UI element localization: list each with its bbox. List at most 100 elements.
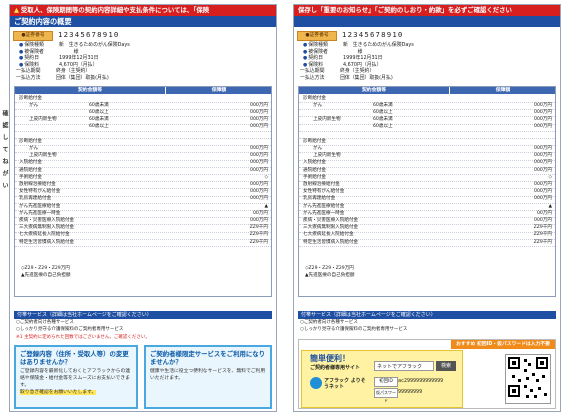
policy-number-label: ●証券番号 [297, 31, 337, 41]
row-label: 特定生活習慣病入院給付金 [303, 239, 359, 245]
row-label: がん先進医療一時金 [303, 210, 345, 216]
row-value: 000万円 [250, 181, 268, 187]
row-value: 000万円 [250, 102, 268, 108]
policy-number-value: 12345678910 [58, 30, 120, 39]
row-label: 診断給付金 [19, 95, 42, 101]
row-label: 放射線治療給付金 [19, 181, 56, 187]
row-value: 000万円 [534, 117, 552, 123]
policy-number-value: 12345678910 [342, 30, 404, 39]
row-label: 三大疾病無制限入院給付金 [303, 225, 359, 231]
coverage-table: 契約金額等 保障額 診断給付金 がん 60歳未満 000万円 60歳以上 000万円 上皮内… [14, 85, 272, 297]
row-label: 疾病・災害医療入院給付金 [303, 217, 359, 223]
policy-number-line: ●証券番号 12345678910 [294, 30, 560, 41]
promo-tag: おすすめ 初回ID・仮パスワードは入力不要 [451, 340, 555, 349]
row-value: ZZ9千円 [533, 239, 552, 245]
row-value: 000万円 [534, 167, 552, 173]
table-header-col: 契約金額等 [78, 87, 102, 93]
pw-label: 仮パスワード [374, 388, 398, 403]
row-value: 000万円 [534, 217, 552, 223]
row-label: 入院給付金 [19, 160, 42, 166]
member-service-panel: ご契約者様限定サービスをご利用になりませんか？ 健康や生活に役立つ便利なサービス… [144, 345, 272, 409]
row-value: 000万円 [250, 217, 268, 223]
row-label: 上皮内新生物 [313, 117, 341, 123]
policy-number-label: ●証券番号 [13, 31, 53, 41]
row-label: 診断給付金 [19, 138, 42, 144]
info-row: 一払込方法 団体（集団）取扱(月払) [16, 74, 109, 81]
row-label: 診断給付金 [303, 138, 326, 144]
row-label: 三大疾病無制限入院給付金 [19, 225, 75, 231]
id-value: ac2999999999999 [398, 378, 444, 384]
row-label: がん先進医療給付金 [19, 203, 61, 209]
row-label: 特定生活習慣病入院給付金 [19, 239, 75, 245]
panel-body: ご登録内容を最新化しておくとアフラックからの連絡や保険金・給付金等をスムーズにお… [20, 369, 131, 395]
row-value: 000万円 [534, 160, 552, 166]
row-value: 000万円 [250, 167, 268, 173]
qr-code-graphic [508, 357, 548, 398]
banner-text: 保存し「重要のお知らせ」「ご契約のしおり・約款」を必ずご確認ください [298, 6, 512, 14]
row-value: 000万円 [250, 117, 268, 123]
row-value: 000万円 [534, 181, 552, 187]
service-item: ○ご契約者向け各種サービス [300, 320, 358, 325]
row-value: ZZ9千円 [249, 232, 268, 238]
row-label: 手術給付金 [303, 174, 326, 180]
row-label: 放射線治療給付金 [303, 181, 340, 187]
table-header: 契約金額等 保障額 [15, 86, 272, 94]
panel-body: 健康や生活に役立つ便利なサービスを、無料でご利用いただけます。 [150, 369, 266, 381]
row-value: ◇ [548, 174, 552, 180]
row-sublabel: 60歳以上 [89, 109, 109, 115]
row-value: 000万円 [250, 153, 268, 159]
row-sublabel: 60歳以上 [373, 124, 393, 130]
promo-title: 簡単便利！ [310, 354, 350, 363]
note-line: ▲先進医療の自己負担額 [305, 272, 355, 278]
service-item: ○しっかり見守る介護保険料のご契約者専用サービス [16, 327, 124, 332]
row-label: がん [313, 145, 323, 151]
search-button[interactable]: 検索 [436, 361, 456, 371]
row-label: 上皮内新生物 [29, 117, 57, 123]
row-label: がん先進医療一時金 [19, 210, 61, 216]
warning-banner: 保存し「重要のお知らせ」「ご契約のしおり・約款」を必ずご確認ください [294, 5, 560, 16]
row-label: 入院給付金 [303, 160, 326, 166]
row-value: ZZ9千円 [533, 225, 552, 231]
address-change-panel: ご登録内容（住所・受取人等）の変更はありませんか？ ご登録内容を最新化しておくと… [14, 345, 138, 409]
row-value: 000万円 [250, 160, 268, 166]
policy-info: ●保険種類新 生きるためのがん保険Days ●被保険者 様 ●契約日 1999年1… [14, 42, 272, 82]
row-value: ZZ9千円 [249, 225, 268, 231]
row-label: 七大疾病延長入院給付金 [19, 232, 70, 238]
info-row: ●保険種類新 生きるためのがん保険Days [303, 42, 414, 48]
row-value: 000万円 [250, 196, 268, 202]
info-row: ●保険料 4,670円（月払） [303, 61, 382, 68]
row-label: 上皮内新生物 [313, 153, 341, 159]
left-page: ▲ 受取人、保険期間等の契約内容詳細や支払条件については、「保険 ご契約内容の概要… [9, 4, 277, 412]
row-label: 乳房再建給付金 [303, 196, 336, 202]
bullet-icon: ● [303, 61, 308, 68]
row-value: 000万円 [250, 124, 268, 130]
row-value: 000万円 [534, 153, 552, 159]
bullet-icon: ● [303, 42, 308, 48]
row-value: 000万円 [534, 102, 552, 108]
banner-text: 受取人、保険期間等の契約内容詳細や支払条件については、「保険 [20, 6, 210, 14]
logo-icon [310, 377, 322, 389]
search-field[interactable]: ネットでアフラック [374, 361, 434, 371]
bullet-icon: ● [19, 42, 24, 48]
row-value: 00万円 [252, 210, 268, 216]
note-line: ◇Z29・Z29・Z29万円 [305, 265, 354, 271]
row-label: 上皮内新生物 [29, 153, 57, 159]
qr-code-icon [505, 354, 551, 404]
row-value: 000万円 [534, 124, 552, 130]
row-value: ▲ [264, 203, 268, 209]
row-value: ZZ9千円 [533, 232, 552, 238]
row-sublabel: 60歳以上 [89, 124, 109, 130]
row-value: 000万円 [250, 109, 268, 115]
bullet-icon: ● [303, 48, 308, 55]
bullet-icon: ● [303, 55, 308, 62]
note-line: ▲先進医療の自己負担額 [21, 272, 71, 278]
footnote: ※1 主契約に定められた回数ではございません。ご確認ください。 [16, 335, 150, 340]
row-label: がん [29, 145, 39, 151]
row-sublabel: 60歳未満 [373, 102, 393, 108]
row-value: 00万円 [536, 210, 552, 216]
row-value: 000万円 [534, 189, 552, 195]
services-header: 付帯サービス（詳細は当社ホームページをご確認ください） [14, 311, 272, 319]
logo-text: アフラック よりそうネット [324, 378, 366, 390]
table-header-col: 保障額 [165, 86, 272, 94]
row-label: 女性特有がん給付金 [303, 189, 345, 195]
